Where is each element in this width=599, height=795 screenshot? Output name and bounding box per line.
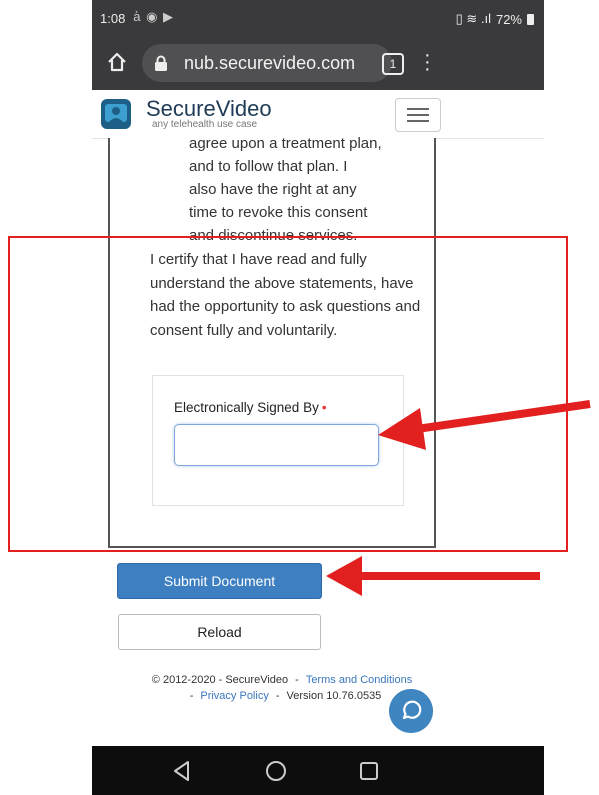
- annotation-arrows: [326, 400, 591, 596]
- annotation-arrow-signature: [378, 400, 591, 450]
- annotation-arrow-submit: [326, 556, 540, 596]
